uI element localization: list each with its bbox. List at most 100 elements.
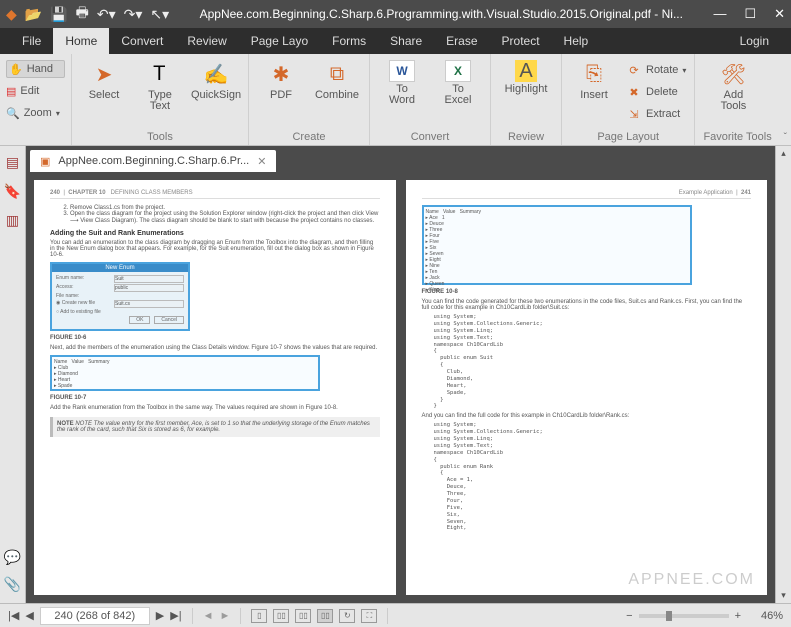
menu-convert[interactable]: Convert: [109, 28, 175, 54]
bookmarks-panel-icon[interactable]: 🔖: [4, 183, 21, 200]
typetext-button[interactable]: ᎢType Text: [136, 58, 184, 128]
select-button[interactable]: ➤Select: [80, 58, 128, 128]
tools-icon: 🛠: [719, 60, 747, 88]
ribbon-panel-pagelayout: ⎘Insert ⟳Rotate▾ ✖Delete ⇲Extract Page L…: [562, 54, 695, 145]
menu-pagelayout[interactable]: Page Layo: [239, 28, 320, 54]
panel-title-create: Create: [257, 128, 361, 143]
page-left: 240 | CHAPTER 10 DEFINING CLASS MEMBERS …: [34, 180, 396, 595]
zoom-group: − + 46%: [626, 610, 783, 622]
addtools-button[interactable]: 🛠Add Tools: [703, 58, 763, 128]
vertical-scrollbar[interactable]: ▴ ▾: [775, 146, 791, 603]
zoom-out-button[interactable]: −: [626, 610, 632, 622]
maximize-button[interactable]: ☐: [744, 6, 756, 22]
zoom-value[interactable]: 46%: [747, 610, 783, 622]
edit-tool[interactable]: ▤Edit: [6, 82, 65, 100]
menubar: File Home Convert Review Page Layo Forms…: [0, 28, 791, 54]
chevron-down-icon: ▾: [56, 109, 60, 118]
workspace: ▤ 🔖 ▥ 💬 📎 ▣ AppNee.com.Beginning.C.Sharp…: [0, 146, 791, 603]
ribbon-panel-create: ✱PDF ⧉Combine Create: [249, 54, 370, 145]
extract-button[interactable]: ⇲Extract: [626, 104, 686, 124]
menu-review[interactable]: Review: [175, 28, 238, 54]
prev-page-button[interactable]: ◀: [25, 609, 33, 622]
pointer-icon[interactable]: ↖▾: [150, 6, 169, 23]
figure-dialog: New Enum Enum name: Access: File name: ◉…: [50, 262, 190, 331]
delete-button[interactable]: ✖Delete: [626, 82, 686, 102]
page-viewport[interactable]: 240 | CHAPTER 10 DEFINING CLASS MEMBERS …: [26, 172, 775, 603]
nav-back-button[interactable]: ◄: [203, 610, 214, 622]
panel-title-review: Review: [499, 128, 553, 143]
menu-file[interactable]: File: [10, 28, 53, 54]
comments-panel-icon[interactable]: 💬: [4, 549, 21, 566]
word-icon: W: [389, 60, 415, 82]
pdf-button[interactable]: ✱PDF: [257, 58, 305, 128]
single-page-view[interactable]: ▯: [251, 609, 267, 623]
page-right: Example Application | 241 Name Value Sum…: [406, 180, 768, 595]
panel-title-pagelayout: Page Layout: [570, 128, 686, 143]
extract-icon: ⇲: [626, 108, 642, 121]
menu-erase[interactable]: Erase: [434, 28, 489, 54]
menu-protect[interactable]: Protect: [490, 28, 552, 54]
menu-share[interactable]: Share: [378, 28, 434, 54]
fullscreen-view[interactable]: ⛶: [361, 609, 377, 623]
menu-home[interactable]: Home: [53, 28, 109, 54]
view-tools-panel: ✋Hand ▤Edit 🔍Zoom▾: [0, 54, 72, 145]
rotate-view[interactable]: ↻: [339, 609, 355, 623]
ribbon-panel-tools: ➤Select ᎢType Text ✍QuickSign Tools: [72, 54, 249, 145]
pdf-tab-icon: ▣: [40, 155, 50, 168]
window-buttons: — ☐ ✕: [713, 6, 785, 22]
attachments-panel-icon[interactable]: 📎: [4, 576, 21, 593]
document-tab[interactable]: ▣ AppNee.com.Beginning.C.Sharp.6.Pr... ✕: [30, 150, 276, 172]
document-tabbar: ▣ AppNee.com.Beginning.C.Sharp.6.Pr... ✕: [26, 146, 775, 172]
rotate-button[interactable]: ⟳Rotate▾: [626, 60, 686, 80]
close-button[interactable]: ✕: [774, 6, 785, 22]
delete-icon: ✖: [626, 86, 642, 99]
figure-table: Name Value Summary▸ Club▸ Diamond▸ Heart…: [50, 355, 320, 391]
next-page-button[interactable]: ▶: [156, 609, 164, 622]
panel-title-convert: Convert: [378, 128, 482, 143]
ribbon-panel-favtools: 🛠Add Tools Favorite Tools: [695, 54, 779, 145]
redo-icon[interactable]: ↷▾: [124, 6, 143, 23]
menu-forms[interactable]: Forms: [320, 28, 378, 54]
login-link[interactable]: Login: [728, 28, 781, 54]
scroll-up-icon[interactable]: ▴: [781, 146, 786, 161]
print-icon[interactable]: 🖶: [76, 2, 89, 26]
tab-close-button[interactable]: ✕: [257, 155, 266, 168]
pages-panel-icon[interactable]: ▤: [6, 154, 19, 171]
excel-icon: X: [445, 60, 471, 82]
last-page-button[interactable]: ▶|: [170, 609, 181, 622]
quicksign-button[interactable]: ✍QuickSign: [192, 58, 240, 128]
hand-tool[interactable]: ✋Hand: [6, 60, 65, 78]
highlight-icon: A: [515, 60, 537, 82]
app-icon: ◆: [6, 6, 17, 23]
combine-button[interactable]: ⧉Combine: [313, 58, 361, 128]
nav-forward-button[interactable]: ►: [219, 610, 230, 622]
scroll-down-icon[interactable]: ▾: [781, 588, 786, 603]
ribbon-collapse-button[interactable]: ˇ: [784, 132, 787, 143]
page-nav-group: |◀ ◀ 240 (268 of 842) ▶ ▶|: [8, 607, 182, 625]
facing-view[interactable]: ▯▯: [295, 609, 311, 623]
page-number-input[interactable]: 240 (268 of 842): [40, 607, 150, 625]
insert-button[interactable]: ⎘Insert: [570, 58, 618, 128]
statusbar: |◀ ◀ 240 (268 of 842) ▶ ▶| ◄ ► ▯ ▯▯ ▯▯ ▯…: [0, 603, 791, 627]
zoom-tool[interactable]: 🔍Zoom▾: [6, 104, 65, 122]
layers-panel-icon[interactable]: ▥: [6, 212, 19, 229]
highlight-button[interactable]: AHighlight: [499, 58, 553, 128]
document-area: ▣ AppNee.com.Beginning.C.Sharp.6.Pr... ✕…: [26, 146, 775, 603]
facing-continuous-view[interactable]: ▯▯: [317, 609, 333, 623]
open-icon[interactable]: 📂: [25, 6, 42, 23]
chevron-down-icon: ▾: [682, 66, 686, 75]
toexcel-button[interactable]: XTo Excel: [434, 58, 482, 128]
minimize-button[interactable]: —: [713, 6, 726, 22]
toword-button[interactable]: WTo Word: [378, 58, 426, 128]
document-tab-label: AppNee.com.Beginning.C.Sharp.6.Pr...: [58, 155, 249, 167]
quick-access-toolbar: ◆ 📂 💾 🖶 ↶▾ ↷▾ ↖▾: [6, 2, 169, 26]
zoom-in-button[interactable]: +: [735, 610, 741, 622]
figure-table: Name Value Summary▸ Ace 1▸ Deuce▸ Three▸…: [422, 205, 692, 285]
continuous-view[interactable]: ▯▯: [273, 609, 289, 623]
ribbon-panel-review: AHighlight Review: [491, 54, 562, 145]
undo-icon[interactable]: ↶▾: [97, 6, 116, 23]
zoom-slider[interactable]: [639, 614, 729, 618]
menu-help[interactable]: Help: [552, 28, 601, 54]
save-icon[interactable]: 💾: [50, 6, 67, 23]
first-page-button[interactable]: |◀: [8, 609, 19, 622]
